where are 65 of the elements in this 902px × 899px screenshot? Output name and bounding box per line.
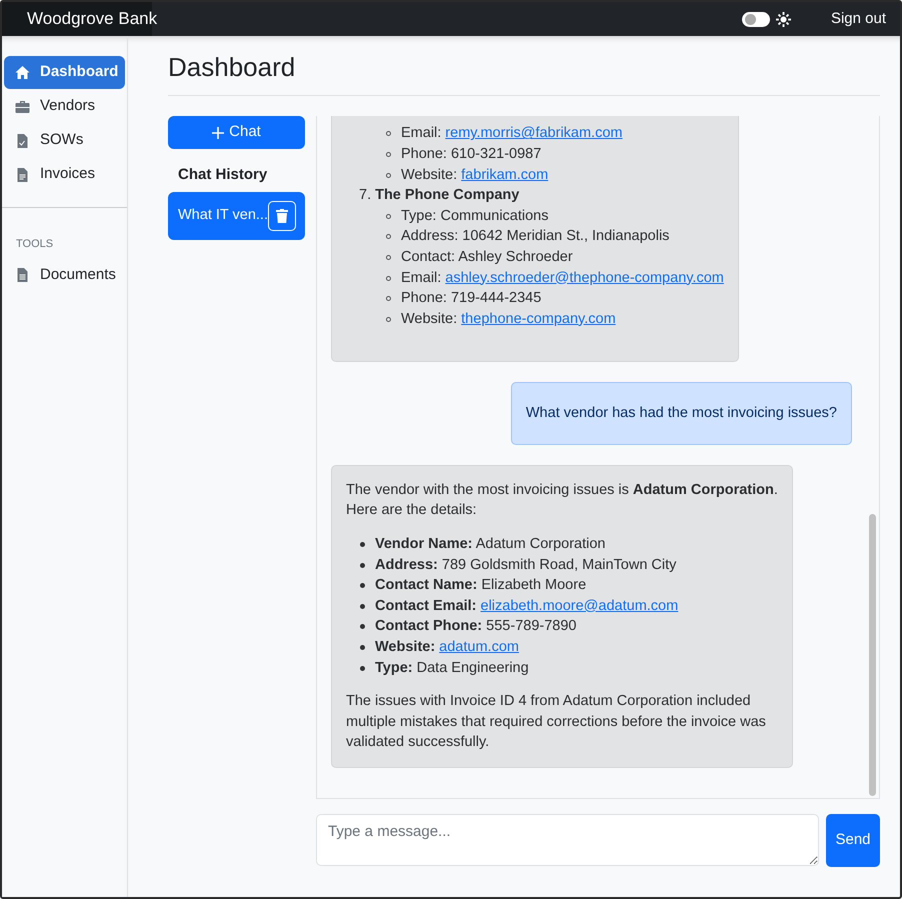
send-button[interactable]: Send (826, 814, 880, 867)
bullet-icon (360, 604, 365, 609)
list-item-text: Website: (401, 310, 458, 329)
bullet-icon (386, 276, 391, 280)
sign-out-link[interactable]: Sign out (830, 8, 886, 30)
list-item-text: Phone: 719-444-2345 (401, 289, 542, 308)
scrollbar-thumb[interactable] (869, 514, 876, 796)
delete-button[interactable] (268, 200, 296, 230)
list-item-text: Contact Phone: 555-789-7890 (375, 617, 576, 636)
bullet-icon (360, 562, 365, 568)
list-item-text: Phone: 610-321-0987 (401, 144, 542, 164)
new-chat-button[interactable]: Chat (168, 116, 305, 149)
message-text: The vendor with the most invoicing issues is Adatum Corporation. Here are the details: (346, 480, 778, 520)
email-link[interactable]: remy.morris@fabrikam.com (445, 123, 622, 144)
list-item-text: Address: 10642 Meridian St., Indianapolis (401, 227, 670, 246)
sun-icon (776, 12, 791, 26)
list-item-text: Website: (401, 166, 458, 185)
sidebar-item[interactable]: SOWs (4, 124, 125, 157)
list-item-text: Contact Email: (375, 596, 477, 616)
message-input[interactable]: Type a message... (316, 814, 819, 866)
brand-name[interactable]: Woodgrove Bank (27, 6, 158, 32)
sidebar-item[interactable]: Invoices (4, 158, 125, 191)
plus-icon (212, 126, 224, 138)
message-text: What vendor has had the most invoicing issues? (526, 404, 837, 424)
sidebar-item[interactable]: Dashboard (4, 56, 125, 89)
website-link[interactable]: fabrikam.com (461, 164, 548, 186)
bullet-icon (386, 152, 391, 157)
bullet-icon (386, 296, 391, 302)
list-item-text: Type: Communications (401, 206, 548, 226)
list-item-text: Vendor Name: Adatum Corporation (375, 535, 606, 554)
home-icon (14, 64, 31, 80)
bullet-icon (386, 172, 391, 178)
bullet-icon (386, 234, 391, 240)
email-link[interactable]: ashley.schroeder@thephone-company.com (445, 268, 724, 288)
briefcase-icon (14, 98, 31, 114)
section-heading: TOOLS (15, 237, 54, 252)
page-title: Dashboard (168, 51, 296, 83)
theme-toggle[interactable] (742, 12, 770, 26)
website-link[interactable]: adatum.com (439, 637, 519, 658)
bullet-icon (386, 131, 391, 136)
email-link[interactable]: elizabeth.moore@adatum.com (480, 596, 678, 616)
bullet-icon (360, 666, 365, 671)
list-item-text: Email: (401, 124, 442, 144)
website-link[interactable]: thephone-company.com (461, 308, 616, 330)
chat-history-heading: Chat History (178, 165, 268, 185)
bullet-icon (386, 214, 391, 219)
list-item-text: Contact Name: Elizabeth Moore (375, 576, 586, 596)
bullet-icon (360, 645, 365, 650)
bullet-icon (360, 583, 365, 588)
message-text: The issues with Invoice ID 4 from Adatum Corporation included multiple mistakes that required corrections before the invoice was validated successfully. (346, 692, 767, 752)
list-item-text: Email: (401, 268, 442, 288)
bullet-icon (386, 254, 391, 260)
list-item-text: Type: Data Engineering (375, 658, 529, 678)
trash-icon (276, 208, 288, 222)
bullet-icon (360, 542, 365, 548)
list-item-title: The Phone Company (375, 186, 520, 206)
list-item-text: Website: (375, 638, 436, 658)
chat-history-item[interactable]: What IT ven... (168, 192, 305, 240)
list-item-text: Address: 789 Goldsmith Road, MainTown City (375, 556, 676, 575)
bullet-icon (360, 624, 365, 630)
list-number: 7. (359, 186, 372, 206)
bullet-icon (386, 316, 391, 322)
sidebar-item[interactable]: Vendors (4, 90, 125, 123)
sidebar-item[interactable]: Documents (4, 258, 125, 292)
list-item-text: Contact: Ashley Schroeder (401, 248, 573, 267)
